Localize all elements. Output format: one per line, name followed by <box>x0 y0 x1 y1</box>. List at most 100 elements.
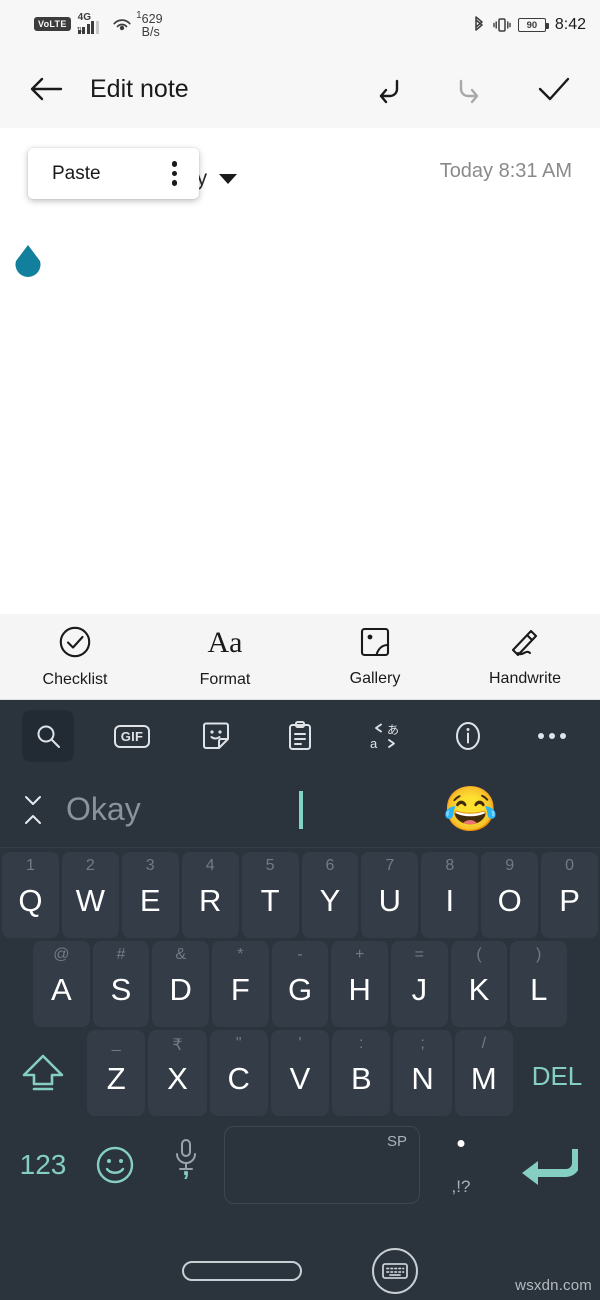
watermark-label: wsxdn.com <box>515 1277 592 1294</box>
note-format-toolbar: Checklist Aa Format Gallery Handwrite <box>0 614 600 700</box>
key-label: P <box>559 883 580 918</box>
paste-button[interactable]: Paste <box>52 163 101 185</box>
hide-keyboard-icon[interactable] <box>372 1248 418 1294</box>
key-s[interactable]: # S <box>92 941 150 1027</box>
redo-icon[interactable] <box>452 74 490 104</box>
key-label: L <box>530 972 548 1007</box>
keyboard-row-3: _ Z ₹ X " C ' V :B ; N / M DEL <box>2 1030 598 1116</box>
enter-arrow-icon[interactable] <box>502 1143 592 1187</box>
search-icon[interactable] <box>22 710 74 762</box>
volte-icon: VoLTE <box>34 16 71 31</box>
key-k[interactable]: (K <box>450 941 508 1027</box>
back-arrow-icon[interactable] <box>28 74 64 104</box>
svg-text:a: a <box>370 736 378 751</box>
status-bar-left: VoLTE 4G ⇅ 1 629 B/s <box>34 10 163 41</box>
key-h[interactable]: + H <box>331 941 389 1027</box>
key-p[interactable]: 0P <box>541 852 599 938</box>
toolbar-label-format: Format <box>199 670 251 688</box>
key-q[interactable]: 1Q <box>1 852 59 938</box>
key-hint: * <box>237 946 244 963</box>
sticker-icon[interactable] <box>190 710 242 762</box>
battery-icon: 90 <box>517 18 549 32</box>
suggestion-emoji[interactable]: 😂 <box>443 786 498 834</box>
battery-level-label: 90 <box>526 19 538 31</box>
key-hint: : <box>359 1035 364 1052</box>
svg-text:あ: あ <box>387 723 399 737</box>
toolbar-item-handwrite[interactable]: Handwrite <box>450 626 600 688</box>
gallery-image-icon <box>359 626 391 663</box>
key-hint: 8 <box>445 857 455 874</box>
key-e[interactable]: 3E <box>121 852 179 938</box>
keyboard-rows: 1Q 2W 3E 4R 5T 6Y 7U 8I 9O 0P @ A # S & D *… <box>0 848 600 1211</box>
key-y[interactable]: 6Y <box>301 852 359 938</box>
key-l[interactable]: ) L <box>510 941 568 1027</box>
key-g[interactable]: -G <box>271 941 329 1027</box>
key-o[interactable]: 9O <box>481 852 539 938</box>
key-z[interactable]: _ Z <box>87 1030 146 1116</box>
overflow-dots <box>538 733 566 739</box>
key-label: W <box>75 883 105 918</box>
key-w[interactable]: 2W <box>61 852 119 938</box>
space-key[interactable]: SP <box>224 1126 420 1204</box>
gif-label: GIF <box>113 724 151 748</box>
key-label: M <box>470 1061 497 1096</box>
more-options-icon[interactable] <box>526 710 578 762</box>
key-u[interactable]: 7U <box>361 852 419 938</box>
note-editor[interactable]: ory Today 8:31 AM Paste <box>0 128 600 614</box>
gif-icon[interactable]: GIF <box>106 710 158 762</box>
delete-key[interactable]: DEL <box>516 1030 598 1116</box>
key-hint: ₹ <box>172 1037 183 1054</box>
key-v[interactable]: ' V <box>270 1030 330 1116</box>
key-hint: + <box>355 946 365 963</box>
key-i[interactable]: 8I <box>421 852 479 938</box>
key-n[interactable]: ; N <box>393 1030 452 1116</box>
key-hint: ' <box>298 1035 302 1052</box>
key-hint: _ <box>111 1035 121 1052</box>
key-label: F <box>230 972 250 1007</box>
suggestion-word[interactable]: Okay <box>66 791 141 828</box>
chevron-down-icon <box>219 174 238 184</box>
key-b[interactable]: :B <box>332 1030 391 1116</box>
toolbar-label-handwrite: Handwrite <box>488 669 562 687</box>
info-icon[interactable] <box>442 710 494 762</box>
microphone-icon[interactable]: , <box>152 1138 220 1192</box>
paste-context-menu[interactable]: Paste <box>28 148 199 199</box>
check-icon[interactable] <box>536 74 572 104</box>
kebab-menu-icon[interactable] <box>171 161 177 186</box>
key-a[interactable]: @ A <box>32 941 90 1027</box>
key-hint: @ <box>53 946 70 963</box>
key-t[interactable]: 5T <box>241 852 299 938</box>
key-c[interactable]: " C <box>209 1030 268 1116</box>
text-cursor-handle[interactable] <box>10 243 46 287</box>
toolbar-item-gallery[interactable]: Gallery <box>300 626 450 688</box>
key-hint: # <box>116 946 126 963</box>
key-d[interactable]: & D <box>152 941 209 1027</box>
row2-right-spacer <box>570 941 598 1027</box>
key-r[interactable]: 4R <box>181 852 239 938</box>
numeric-mode-key[interactable]: 123 <box>8 1149 78 1181</box>
toolbar-item-format[interactable]: Aa Format <box>150 625 300 689</box>
clipboard-icon[interactable] <box>274 710 326 762</box>
key-hint: = <box>414 946 425 963</box>
key-x[interactable]: ₹ X <box>148 1030 207 1116</box>
key-hint: ; <box>420 1035 425 1052</box>
key-label: J <box>411 972 428 1007</box>
key-m[interactable]: / M <box>454 1030 513 1116</box>
key-f[interactable]: * F <box>212 941 269 1027</box>
collapse-chevron-icon[interactable] <box>0 793 66 827</box>
undo-icon[interactable] <box>368 74 406 104</box>
space-hint-label: SP <box>386 1133 407 1150</box>
home-pill-icon[interactable] <box>182 1261 302 1281</box>
checklist-circle-icon <box>58 625 92 664</box>
navigation-bar: wsxdn.com <box>0 1242 600 1300</box>
key-label: T <box>260 883 280 918</box>
shift-arrow-icon[interactable] <box>2 1030 84 1116</box>
toolbar-item-checklist[interactable]: Checklist <box>0 625 150 689</box>
key-label: O <box>497 883 522 918</box>
key-label: U <box>378 883 402 918</box>
period-hint-label: ,!? <box>451 1177 471 1196</box>
translate-icon[interactable]: あ a <box>358 710 410 762</box>
key-label: G <box>287 972 313 1007</box>
emoji-smiley-icon[interactable] <box>82 1142 148 1188</box>
key-j[interactable]: = J <box>391 941 448 1027</box>
